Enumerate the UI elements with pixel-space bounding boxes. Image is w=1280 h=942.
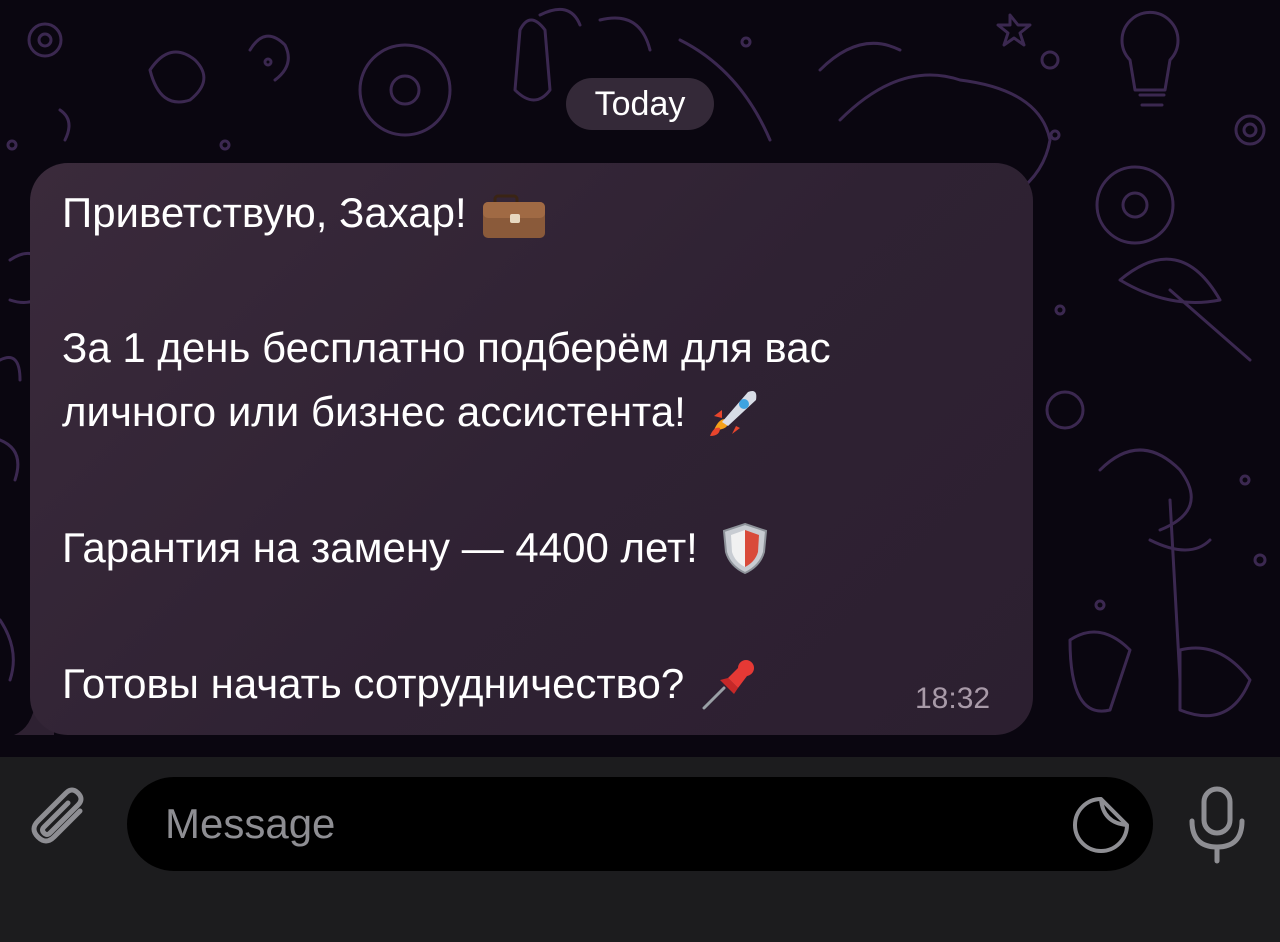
- message-line-offer: За 1 день бесплатно подберём для вас: [62, 324, 831, 371]
- microphone-icon: [1189, 786, 1245, 864]
- voice-message-button[interactable]: [1184, 785, 1250, 865]
- message-line-greeting: Приветствую, Захар!: [62, 187, 547, 239]
- message-text: Готовы начать сотрудничество?: [62, 660, 685, 707]
- message-line-assistant: личного или бизнес ассистента!: [62, 386, 766, 438]
- briefcase-emoji-icon: [481, 187, 547, 239]
- message-input[interactable]: [165, 777, 1045, 871]
- message-field: [127, 777, 1153, 871]
- message-text: личного или бизнес ассистента!: [62, 388, 686, 435]
- attach-button[interactable]: [28, 785, 100, 865]
- pushpin-emoji-icon: [698, 658, 764, 710]
- sticker-button[interactable]: [1071, 795, 1131, 855]
- message-line-question: Готовы начать сотрудничество?: [62, 658, 764, 710]
- rocket-emoji-icon: [700, 386, 766, 438]
- paperclip-icon: [31, 787, 84, 844]
- incoming-message-bubble[interactable]: [30, 163, 1033, 735]
- message-text: Гарантия на замену — 4400 лет!: [62, 524, 698, 571]
- shield-emoji-icon: [712, 522, 778, 574]
- sticker-icon: [1073, 797, 1129, 853]
- chat-area: Today Приветствую, Захар! За 1 день бесп…: [0, 0, 1280, 757]
- message-line-guarantee: Гарантия на замену — 4400 лет!: [62, 522, 778, 574]
- message-text: Приветствую, Захар!: [62, 189, 467, 236]
- date-separator: Today: [566, 78, 714, 130]
- message-timestamp: 18:32: [915, 682, 991, 715]
